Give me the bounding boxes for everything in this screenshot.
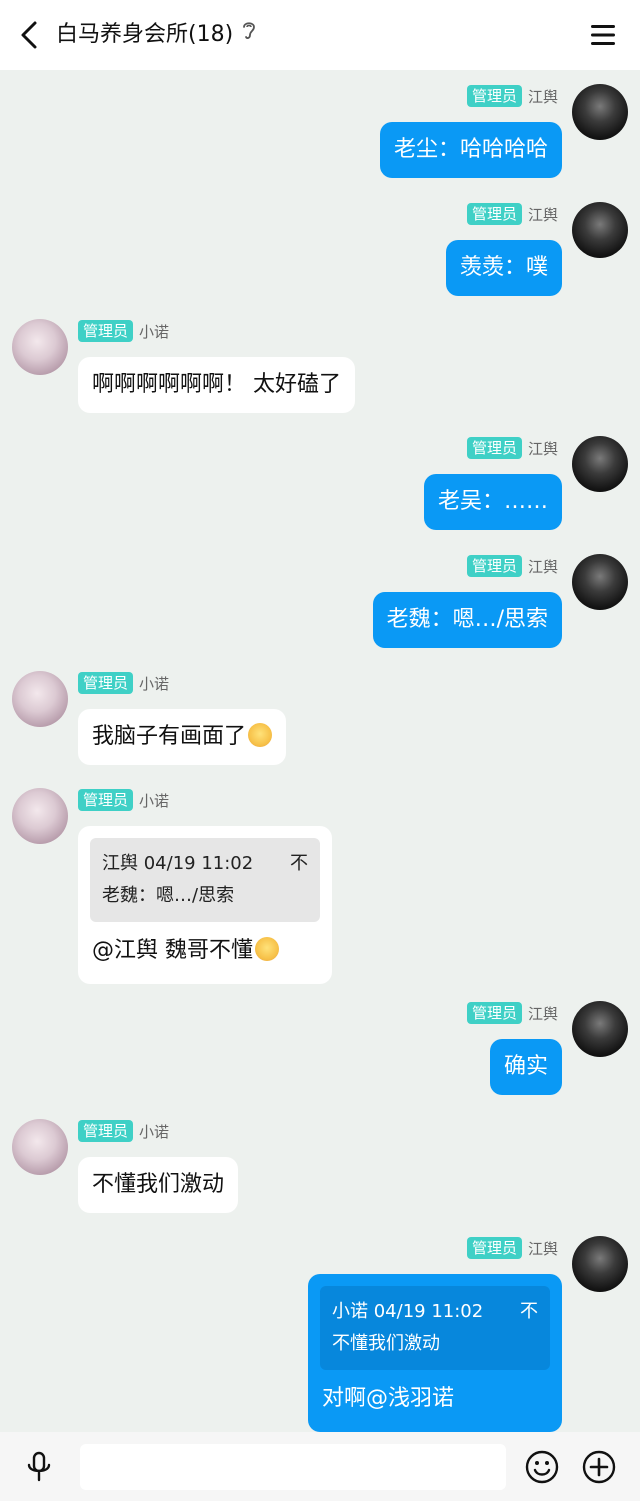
role-badge: 管理员 <box>466 1002 522 1024</box>
sender-meta: 管理员 江舆 <box>466 555 558 577</box>
emoji-icon[interactable] <box>524 1449 560 1485</box>
role-badge: 管理员 <box>466 555 522 577</box>
plus-icon[interactable] <box>581 1449 617 1485</box>
quote-text: 不懂我们激动 <box>332 1333 440 1354</box>
sender-name: 小诺 <box>139 322 170 341</box>
quote-mark: 不 <box>520 1301 538 1322</box>
sender-meta: 管理员 小诺 <box>78 789 169 811</box>
message-bubble[interactable]: 确实 <box>489 1039 562 1095</box>
reply-text: 对啊@浅羽诺 <box>322 1386 455 1411</box>
microphone-icon[interactable] <box>22 1450 56 1484</box>
message-text: 我脑子有画面了 <box>92 724 247 749</box>
sender-meta: 管理员 江舆 <box>466 203 558 225</box>
role-badge: 管理员 <box>466 85 522 107</box>
sender-name: 江舆 <box>527 1004 558 1023</box>
menu-icon[interactable] <box>588 20 618 50</box>
role-badge: 管理员 <box>78 789 134 811</box>
avatar[interactable] <box>572 1236 628 1292</box>
role-badge: 管理员 <box>466 437 522 459</box>
message-bubble[interactable]: 江舆 04/19 11:02 不 老魏：嗯…/思索 @江舆 魏哥不懂 <box>78 826 332 984</box>
back-arrow-icon[interactable] <box>12 18 46 52</box>
sender-name: 小诺 <box>139 674 170 693</box>
avatar[interactable] <box>572 1001 628 1057</box>
role-badge: 管理员 <box>78 1120 134 1142</box>
sender-name: 江舆 <box>527 87 558 106</box>
hamster-emoji-icon <box>248 723 273 747</box>
avatar[interactable] <box>12 788 68 844</box>
sender-name: 江舆 <box>527 439 558 458</box>
quote-time: 04/19 11:02 <box>373 1301 484 1322</box>
sender-name: 小诺 <box>139 791 170 810</box>
role-badge: 管理员 <box>78 320 134 342</box>
input-bar <box>0 1432 640 1501</box>
top-bar: 白马养身会所(18) <box>0 0 640 70</box>
avatar[interactable] <box>572 554 628 610</box>
message-bubble[interactable]: 老魏：嗯…/思索 <box>372 592 562 648</box>
reply-text: @江舆 魏哥不懂 <box>92 938 253 963</box>
quote-time: 04/19 11:02 <box>143 853 254 874</box>
role-badge: 管理员 <box>466 203 522 225</box>
sender-meta: 管理员 江舆 <box>466 437 558 459</box>
avatar[interactable] <box>12 319 68 375</box>
sender-name: 江舆 <box>527 205 558 224</box>
quoted-message[interactable]: 江舆 04/19 11:02 不 老魏：嗯…/思索 <box>90 838 320 922</box>
avatar[interactable] <box>572 436 628 492</box>
message-bubble[interactable]: 我脑子有画面了 <box>78 709 287 765</box>
message-bubble[interactable]: 老尘：哈哈哈哈 <box>379 122 562 178</box>
avatar[interactable] <box>572 202 628 258</box>
sender-meta: 管理员 江舆 <box>466 85 558 107</box>
message-list[interactable]: 管理员 江舆 老尘：哈哈哈哈 管理员 江舆 羡羡：噗 管理员 小诺 啊啊啊啊啊啊… <box>0 70 640 1432</box>
quote-author: 小诺 <box>332 1301 368 1322</box>
sender-meta: 管理员 江舆 <box>466 1237 558 1259</box>
sender-name: 江舆 <box>527 1239 558 1258</box>
message-bubble[interactable]: 老吴：…… <box>423 474 562 530</box>
avatar[interactable] <box>572 84 628 140</box>
message-bubble[interactable]: 不懂我们激动 <box>78 1157 239 1213</box>
avatar[interactable] <box>12 671 68 727</box>
sender-name: 小诺 <box>139 1122 170 1141</box>
quote-text: 老魏：嗯…/思索 <box>102 885 235 906</box>
sender-meta: 管理员 小诺 <box>78 672 169 694</box>
message-bubble[interactable]: 小诺 04/19 11:02 不 不懂我们激动 对啊@浅羽诺 <box>308 1274 562 1432</box>
message-input[interactable] <box>80 1444 506 1490</box>
message-bubble[interactable]: 羡羡：噗 <box>445 240 562 296</box>
message-bubble[interactable]: 啊啊啊啊啊啊！ 太好磕了 <box>78 357 355 413</box>
role-badge: 管理员 <box>78 672 134 694</box>
sender-name: 江舆 <box>527 557 558 576</box>
ear-icon <box>241 18 257 52</box>
sender-meta: 管理员 小诺 <box>78 1120 169 1142</box>
avatar[interactable] <box>12 1119 68 1175</box>
quoted-message[interactable]: 小诺 04/19 11:02 不 不懂我们激动 <box>320 1286 550 1370</box>
group-name: 白马养身会所(18) <box>56 22 234 47</box>
role-badge: 管理员 <box>466 1237 522 1259</box>
quote-author: 江舆 <box>102 853 138 874</box>
quote-mark: 不 <box>290 853 308 874</box>
sender-meta: 管理员 江舆 <box>466 1002 558 1024</box>
chat-title: 白马养身会所(18) <box>56 18 257 52</box>
smile-emoji-icon <box>255 937 279 961</box>
sender-meta: 管理员 小诺 <box>78 320 169 342</box>
